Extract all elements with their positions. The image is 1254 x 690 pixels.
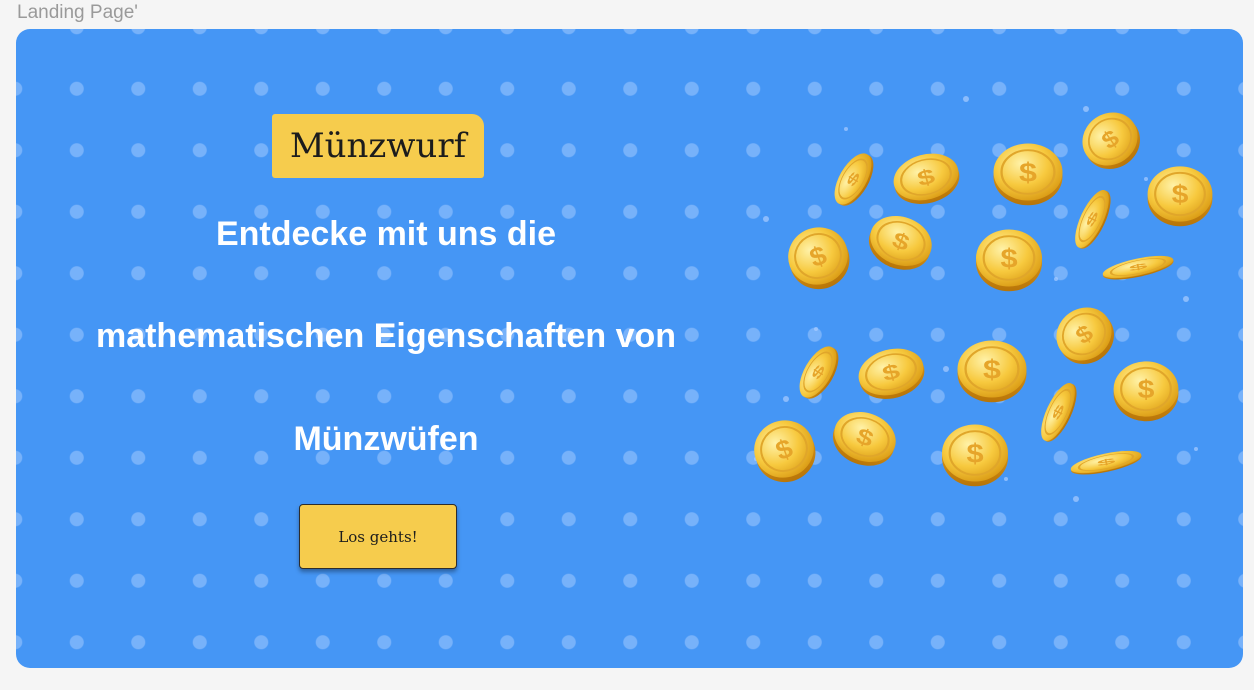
cta-button[interactable]: Los gehts! [299,504,457,569]
headline-line-3: Münzwüfen [293,420,479,458]
coins-illustration: $ [745,96,1214,502]
hero-section: Münzwurf Entdecke mit uns die mathematis… [16,29,1243,668]
brand-badge: Münzwurf [272,114,484,178]
headline-line-2: mathematischen Eigenschaften von [95,317,677,355]
frame-label: Landing Page' [17,2,138,23]
headline-line-1: Entdecke mit uns die [215,215,557,253]
